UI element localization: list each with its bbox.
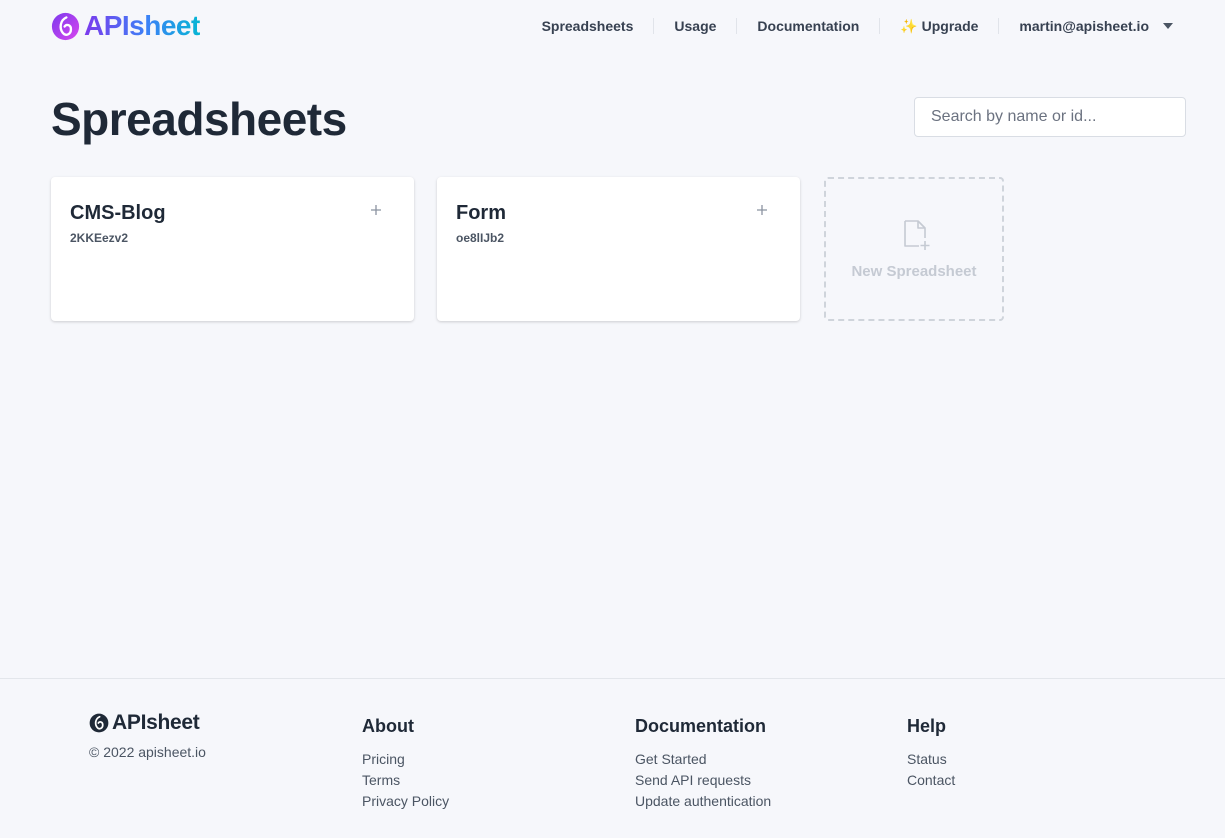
nav-item-spreadsheets[interactable]: Spreadsheets <box>522 14 654 38</box>
spreadsheet-card[interactable]: CMS-Blog 2KKEezv2 <box>51 177 414 321</box>
footer-column-documentation: Documentation Get Started Send API reque… <box>635 716 771 812</box>
user-menu-button[interactable]: martin@apisheet.io <box>999 14 1173 38</box>
footer-column-title: Documentation <box>635 716 767 736</box>
page-title: Spreadsheets <box>51 93 347 145</box>
footer-link-get-started[interactable]: Get Started <box>635 749 771 770</box>
copyright-text: © 2022 apisheet.io <box>89 744 206 760</box>
brand-name: APIsheet <box>84 10 200 41</box>
footer-brand: APIsheet © 2022 apisheet.io <box>89 711 206 760</box>
search-input[interactable] <box>914 97 1186 137</box>
footer-column-title: About <box>362 716 414 736</box>
footer-link-status[interactable]: Status <box>907 749 955 770</box>
add-icon[interactable] <box>754 201 770 219</box>
brand-logo-link[interactable]: APIsheet <box>51 10 200 42</box>
footer-link-send-api-requests[interactable]: Send API requests <box>635 770 771 791</box>
apisheet-logo-icon <box>89 713 109 733</box>
chevron-down-icon <box>1163 23 1173 29</box>
file-plus-icon <box>904 220 930 250</box>
add-icon[interactable] <box>368 201 384 219</box>
footer-link-contact[interactable]: Contact <box>907 770 955 791</box>
spreadsheet-id: oe8lIJb2 <box>456 231 505 245</box>
footer-column-title: Help <box>907 716 947 736</box>
nav-item-usage[interactable]: Usage <box>654 14 736 38</box>
footer-column-help: Help Status Contact <box>907 716 955 791</box>
spreadsheet-name: CMS-Blog <box>70 202 166 224</box>
footer-logo[interactable]: APIsheet <box>89 711 206 735</box>
apisheet-logo-icon <box>51 12 80 40</box>
nav-item-documentation[interactable]: Documentation <box>737 14 879 38</box>
top-navigation-bar: APIsheet Spreadsheets Usage Documentatio… <box>0 0 1225 52</box>
footer: APIsheet © 2022 apisheet.io About Pricin… <box>0 678 1225 838</box>
nav-item-upgrade[interactable]: ✨ Upgrade <box>880 14 998 38</box>
spreadsheet-id: 2KKEezv2 <box>70 231 129 245</box>
footer-link-update-authentication[interactable]: Update authentication <box>635 791 771 812</box>
user-email: martin@apisheet.io <box>1019 18 1149 34</box>
footer-column-about: About Pricing Terms Privacy Policy <box>362 716 449 812</box>
spreadsheet-name: Form <box>456 202 506 224</box>
footer-link-pricing[interactable]: Pricing <box>362 749 449 770</box>
footer-link-terms[interactable]: Terms <box>362 770 449 791</box>
footer-brand-name: APIsheet <box>112 711 200 734</box>
new-spreadsheet-label: New Spreadsheet <box>851 263 977 280</box>
footer-link-privacy-policy[interactable]: Privacy Policy <box>362 791 449 812</box>
spreadsheet-card[interactable]: Form oe8lIJb2 <box>437 177 800 321</box>
main-nav: Spreadsheets Usage Documentation ✨ Upgra… <box>522 14 1173 38</box>
new-spreadsheet-button[interactable]: New Spreadsheet <box>824 177 1004 321</box>
